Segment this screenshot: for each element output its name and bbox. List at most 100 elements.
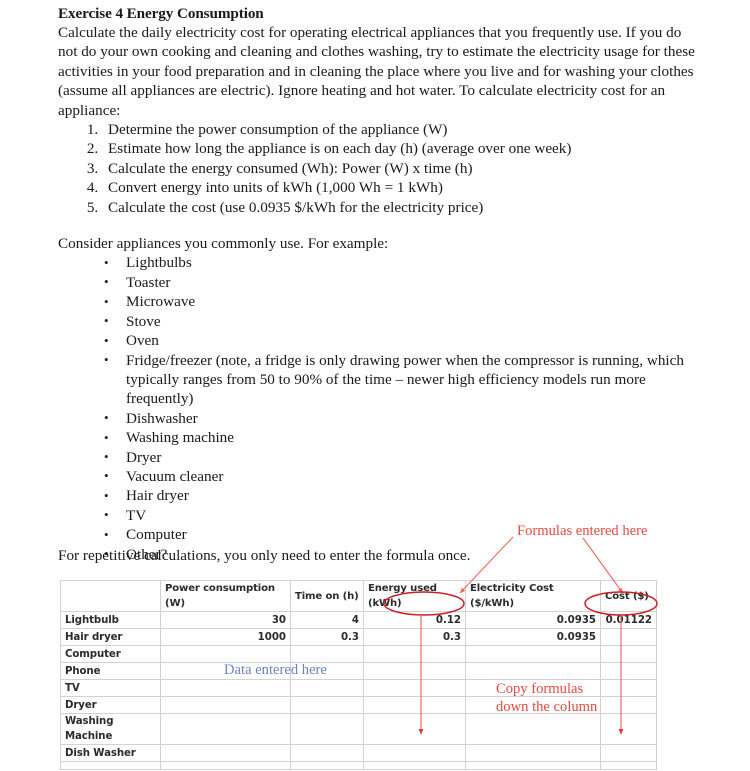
elec-cost-cell[interactable] bbox=[465, 645, 601, 663]
consider-appliances-paragraph: Consider appliances you commonly use. Fo… bbox=[58, 235, 389, 253]
energy-cell[interactable] bbox=[363, 679, 466, 697]
row-label-cell[interactable]: Phone bbox=[60, 662, 161, 680]
empty-cell bbox=[600, 761, 657, 770]
annotation-copy-line1: Copy formulas bbox=[496, 681, 584, 697]
column-header-blank bbox=[60, 580, 161, 612]
elec-cost-cell[interactable] bbox=[465, 744, 601, 762]
cost-cell[interactable] bbox=[600, 662, 657, 680]
document-body: Exercise 4 Energy Consumption Calculate … bbox=[58, 4, 696, 564]
list-item: Oven bbox=[104, 331, 696, 351]
energy-cell[interactable] bbox=[363, 696, 466, 714]
elec-cost-cell[interactable] bbox=[465, 662, 601, 680]
column-header-energy: Energy used (kWh) bbox=[363, 580, 466, 612]
appliance-label: Vacuum cleaner bbox=[126, 467, 224, 485]
appliance-label: Washing machine bbox=[126, 429, 235, 447]
elec-cost-cell[interactable] bbox=[465, 713, 601, 745]
time-cell[interactable] bbox=[290, 744, 364, 762]
energy-spreadsheet[interactable]: Power consumption (W) Time on (h) Energy… bbox=[60, 580, 657, 770]
energy-cell[interactable]: 0.12 bbox=[363, 611, 466, 629]
power-cell[interactable] bbox=[160, 744, 291, 762]
row-label-cell[interactable]: Washing Machine bbox=[60, 713, 161, 745]
document-page: Exercise 4 Energy Consumption Calculate … bbox=[0, 0, 750, 771]
empty-cell bbox=[363, 761, 466, 770]
annotation-copy-formulas: Copy formulas down the column bbox=[496, 681, 597, 716]
column-header-time: Time on (h) bbox=[290, 580, 364, 612]
time-cell[interactable]: 4 bbox=[290, 611, 364, 629]
table-row[interactable]: Phone bbox=[60, 662, 657, 680]
exercise-title: Exercise 4 Energy Consumption bbox=[58, 5, 264, 22]
energy-cell[interactable] bbox=[363, 713, 466, 745]
row-label-cell[interactable]: Lightbulb bbox=[60, 611, 161, 629]
empty-cell bbox=[465, 761, 601, 770]
table-row[interactable]: Dish Washer bbox=[60, 744, 657, 762]
intro-paragraph: Calculate the daily electricity cost for… bbox=[58, 24, 695, 119]
column-header-cost: Cost ($) bbox=[600, 580, 657, 612]
power-cell[interactable]: 30 bbox=[160, 611, 291, 629]
appliance-label: Fridge/freezer (note, a fridge is only d… bbox=[126, 351, 684, 408]
row-label-cell[interactable]: Hair dryer bbox=[60, 628, 161, 646]
list-item: Vacuum cleaner bbox=[104, 466, 696, 486]
elec-cost-cell[interactable]: 0.0935 bbox=[465, 628, 601, 646]
table-row[interactable]: Computer bbox=[60, 645, 657, 663]
row-label-cell[interactable]: Dryer bbox=[60, 696, 161, 714]
appliance-label: Hair dryer bbox=[126, 487, 189, 505]
appliance-label: Toaster bbox=[126, 273, 171, 291]
list-item: Dryer bbox=[104, 447, 696, 467]
step-item: Calculate the cost (use 0.0935 $/kWh for… bbox=[102, 198, 696, 217]
column-header-elec: Electricity Cost ($/kWh) bbox=[465, 580, 601, 612]
appliance-label: Microwave bbox=[126, 293, 196, 311]
cost-cell[interactable]: 0.01122 bbox=[600, 611, 657, 629]
repetitive-calculations-note: For repetitive calculations, you only ne… bbox=[58, 547, 471, 564]
list-item: Hair dryer bbox=[104, 486, 696, 506]
time-cell[interactable] bbox=[290, 713, 364, 745]
list-item: Lightbulbs bbox=[104, 253, 696, 273]
table-row[interactable]: Washing Machine bbox=[60, 713, 657, 745]
appliance-label: Lightbulbs bbox=[126, 254, 192, 272]
cost-cell[interactable] bbox=[600, 628, 657, 646]
row-label-cell[interactable]: Computer bbox=[60, 645, 161, 663]
cost-cell[interactable] bbox=[600, 713, 657, 745]
empty-cell bbox=[60, 761, 161, 770]
cost-cell[interactable] bbox=[600, 645, 657, 663]
empty-cell bbox=[160, 761, 291, 770]
table-row[interactable]: Hair dryer 1000 0.3 0.3 0.0935 bbox=[60, 628, 657, 646]
cost-cell[interactable] bbox=[600, 744, 657, 762]
power-cell[interactable] bbox=[160, 679, 291, 697]
time-cell[interactable] bbox=[290, 679, 364, 697]
power-cell[interactable]: 1000 bbox=[160, 628, 291, 646]
cost-cell[interactable] bbox=[600, 679, 657, 697]
power-cell[interactable] bbox=[160, 713, 291, 745]
time-cell[interactable]: 0.3 bbox=[290, 628, 364, 646]
energy-cell[interactable] bbox=[363, 744, 466, 762]
column-header-power: Power consumption (W) bbox=[160, 580, 291, 612]
annotation-copy-line2: down the column bbox=[496, 698, 598, 715]
time-cell[interactable] bbox=[290, 645, 364, 663]
list-item: Toaster bbox=[104, 272, 696, 292]
row-label-cell[interactable]: TV bbox=[60, 679, 161, 697]
list-item: Stove bbox=[104, 311, 696, 331]
table-row[interactable]: Lightbulb 30 4 0.12 0.0935 0.01122 bbox=[60, 611, 657, 629]
energy-cell[interactable] bbox=[363, 645, 466, 663]
empty-cell bbox=[290, 761, 364, 770]
cost-cell[interactable] bbox=[600, 696, 657, 714]
step-item: Convert energy into units of kWh (1,000 … bbox=[102, 178, 696, 197]
table-row-filler bbox=[60, 761, 657, 770]
power-cell[interactable] bbox=[160, 696, 291, 714]
energy-cell[interactable]: 0.3 bbox=[363, 628, 466, 646]
row-label-cell[interactable]: Dish Washer bbox=[60, 744, 161, 762]
annotation-formulas-entered-here: Formulas entered here bbox=[517, 523, 648, 539]
appliance-list: Lightbulbs Toaster Microwave Stove Oven … bbox=[58, 253, 696, 564]
appliance-label: Dishwasher bbox=[126, 409, 198, 427]
time-cell[interactable] bbox=[290, 696, 364, 714]
power-cell[interactable] bbox=[160, 645, 291, 663]
list-item: Dishwasher bbox=[104, 408, 696, 428]
elec-cost-cell[interactable]: 0.0935 bbox=[465, 611, 601, 629]
energy-cell[interactable] bbox=[363, 662, 466, 680]
list-item: Washing machine bbox=[104, 428, 696, 448]
list-item: Microwave bbox=[104, 292, 696, 312]
annotation-data-entered-here: Data entered here bbox=[224, 662, 327, 678]
step-item: Calculate the energy consumed (Wh): Powe… bbox=[102, 159, 696, 178]
appliance-label: Stove bbox=[126, 312, 161, 330]
list-item: Fridge/freezer (note, a fridge is only d… bbox=[104, 350, 696, 409]
step-item: Estimate how long the appliance is on ea… bbox=[102, 139, 696, 158]
